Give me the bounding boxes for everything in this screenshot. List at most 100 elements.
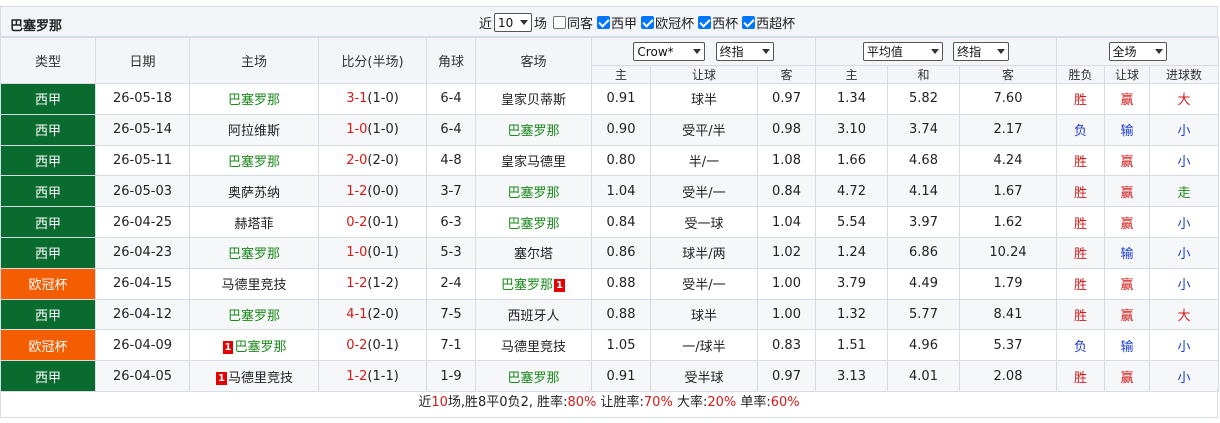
result-cell: 负 [1056,329,1105,362]
full-score: 0-2 [346,214,368,230]
hc-away-value: 1.00 [772,276,801,292]
score-cell[interactable]: 1-0(1-0) [318,113,427,146]
date-text: 26-04-12 [112,306,172,322]
chevron-down-icon [997,49,1006,54]
col-hc-line: 让球 [650,65,758,84]
away-team-name: 巴塞罗那 [507,216,560,232]
odds-type-select[interactable]: 终指 [953,42,1010,61]
away-team[interactable]: 皇家马德里 [475,144,592,177]
col-ah-result: 让球 [1104,65,1150,84]
score-cell[interactable]: 2-0(2-0) [318,144,427,177]
away-team[interactable]: 巴塞罗那 [475,206,592,238]
full-score: 4-1 [346,306,368,322]
competition-label: 西甲 [34,370,61,386]
away-team[interactable]: 马德里竞技 [475,329,592,362]
home-team[interactable]: 马德里竞技 [189,267,319,300]
score-cell[interactable]: 1-2(1-1) [318,360,427,392]
competition-badge[interactable]: 西甲 [0,83,96,115]
score-cell[interactable]: 0-2(0-1) [318,206,427,238]
competition-badge[interactable]: 西甲 [0,144,96,177]
odds-away: 2.08 [959,360,1057,392]
competition-badge[interactable]: 西甲 [0,360,96,392]
corner-cell: 1-9 [426,360,476,392]
hc-line-value: 一/球半 [682,339,726,355]
competition-badge[interactable]: 欧冠杯 [0,267,96,300]
competition-badge[interactable]: 西甲 [0,206,96,238]
goals-cell: 大 [1148,298,1220,331]
home-team-name: 赫塔菲 [234,216,274,232]
score-cell[interactable]: 1-2(0-0) [318,175,427,208]
filter-label[interactable]: 西超杯 [756,13,795,32]
odds-away: 8.41 [959,298,1057,331]
home-team[interactable]: 奥萨苏纳 [189,175,319,208]
filter-label[interactable]: 欧冠杯 [655,13,694,32]
odds-away-value: 1.79 [993,276,1023,292]
odd-rate: 60% [770,395,800,410]
odds-away-value: 10.24 [989,245,1027,261]
filter-label[interactable]: 西甲 [611,13,637,32]
competition-label: 西甲 [34,308,61,324]
score-cell[interactable]: 4-1(2-0) [318,298,427,331]
hc-away-value: 0.97 [772,368,801,384]
odds-away-value: 8.41 [993,306,1023,322]
competition-badge[interactable]: 西甲 [0,298,96,331]
away-team-name: 巴塞罗那 [507,124,560,140]
filter-checkbox[interactable] [553,16,567,29]
filter-checkbox[interactable] [641,16,655,29]
competition-label: 欧冠杯 [28,339,68,355]
score-cell[interactable]: 0-2(0-1) [318,329,427,362]
away-team[interactable]: 巴塞罗那 [475,360,592,392]
away-team[interactable]: 巴塞罗那 1 [475,267,592,300]
away-team[interactable]: 巴塞罗那 [475,175,592,208]
table-row: 西甲 26-05-18 巴塞罗那 3-1(1-0) 6-4 皇家贝蒂斯 0.91 球半 0.97… [0,83,1220,115]
home-team[interactable]: 巴塞罗那 [189,83,319,115]
score-cell[interactable]: 1-0(0-1) [318,236,427,269]
filter-label[interactable]: 西杯 [712,13,738,32]
competition-badge[interactable]: 欧冠杯 [0,329,96,362]
hc-home-value: 0.84 [606,214,636,230]
home-team[interactable]: 1 巴塞罗那 [189,329,319,362]
odds-away-value: 4.24 [993,152,1023,168]
away-team[interactable]: 巴塞罗那 [475,113,592,146]
home-team[interactable]: 1 马德里竞技 [189,360,319,392]
filter-label[interactable]: 同客 [567,13,593,32]
away-team[interactable]: 塞尔塔 [475,236,592,269]
competition-badge[interactable]: 西甲 [0,113,96,146]
away-team[interactable]: 西班牙人 [475,298,592,331]
score-cell[interactable]: 1-2(1-2) [318,267,427,300]
odds-away: 7.60 [959,83,1057,115]
venue-select[interactable]: 全场 [1108,42,1167,61]
full-score: 1-2 [346,368,368,384]
hc-home-value: 0.91 [606,91,636,107]
home-team[interactable]: 赫塔菲 [189,206,319,238]
odds-home: 1.51 [815,329,888,362]
filter-checkbox[interactable] [698,16,712,29]
filter-checkbox[interactable] [597,16,611,29]
score-cell[interactable]: 3-1(1-0) [318,83,427,115]
hc-away-odds: 0.97 [757,83,816,115]
company-select[interactable]: Crow* [633,42,706,62]
result-value: 负 [1073,339,1087,355]
goals-value: 小 [1177,154,1191,170]
average-select[interactable]: 平均值 [862,42,943,61]
col-type: 类型 [0,37,96,84]
chevron-down-icon [930,49,939,54]
competition-badge[interactable]: 西甲 [0,236,96,269]
home-team-name: 巴塞罗那 [227,308,280,324]
handicap-type-select[interactable]: 终指 [715,41,774,61]
col-odds-home: 主 [815,65,888,84]
result-cell: 胜 [1056,175,1105,208]
home-team[interactable]: 巴塞罗那 [189,298,319,331]
filter-checkbox[interactable] [742,16,756,29]
home-team[interactable]: 阿拉维斯 [189,113,319,146]
match-count-select[interactable]: 10 [494,13,533,32]
away-team-name: 西班牙人 [507,308,560,324]
home-team[interactable]: 巴塞罗那 [189,236,319,269]
team-title: 巴塞罗那 [10,19,63,34]
home-team[interactable]: 巴塞罗那 [189,144,319,177]
away-team[interactable]: 皇家贝蒂斯 [475,83,592,115]
col-corner: 角球 [426,37,476,84]
competition-badge[interactable]: 西甲 [0,175,96,208]
away-team-name: 皇家贝蒂斯 [500,93,566,109]
ah-result-value: 输 [1120,247,1134,263]
